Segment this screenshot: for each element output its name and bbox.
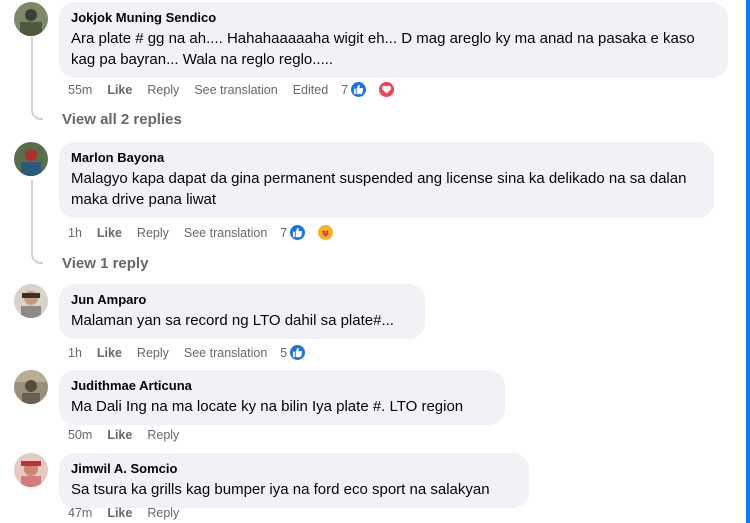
avatar[interactable]	[14, 142, 48, 176]
comment-author[interactable]: Marlon Bayona	[71, 149, 702, 166]
love-icon	[378, 81, 396, 98]
like-icon	[289, 344, 307, 361]
comment-text: Malagyo kapa dapat da gina permanent sus…	[71, 170, 687, 208]
reply-button[interactable]: Reply	[137, 226, 169, 240]
reply-button[interactable]: Reply	[147, 428, 179, 442]
comment-author[interactable]: Judithmae Articuna	[71, 377, 493, 394]
reply-button[interactable]: Reply	[147, 83, 179, 97]
thread-curve	[31, 244, 43, 264]
comment-actions: 50m Like Reply	[68, 428, 194, 442]
comment-actions: 1h Like Reply See translation 7	[68, 224, 349, 241]
like-icon	[289, 224, 307, 241]
comment-bubble: Jokjok Muning Sendico Ara plate # gg na …	[59, 2, 728, 78]
reply-button[interactable]: Reply	[137, 346, 169, 360]
comment-time[interactable]: 1h	[68, 346, 82, 360]
like-button[interactable]: Like	[97, 346, 122, 360]
comment-time[interactable]: 50m	[68, 428, 92, 442]
reply-button[interactable]: Reply	[147, 506, 179, 520]
comment-bubble: Jun Amparo Malaman yan sa record ng LTO …	[59, 284, 425, 339]
comment-time[interactable]: 55m	[68, 83, 92, 97]
comment-text: Ara plate # gg na ah.... Hahahaaaaaha wi…	[71, 30, 695, 68]
reaction-count: 7	[341, 82, 349, 97]
comment-bubble: Judithmae Articuna Ma Dali Ing na ma loc…	[59, 370, 505, 425]
like-button[interactable]: Like	[107, 428, 132, 442]
avatar[interactable]	[14, 2, 48, 36]
see-translation-button[interactable]: See translation	[194, 83, 277, 97]
view-replies-link[interactable]: View 1 reply	[62, 255, 148, 272]
comment-actions: 1h Like Reply See translation 5	[68, 344, 321, 361]
comment-author[interactable]: Jun Amparo	[71, 291, 413, 308]
comment-text: Ma Dali Ing na ma locate ky na bilin Iya…	[71, 398, 464, 415]
reaction-summary[interactable]: 7	[341, 81, 410, 98]
comment-actions: 55m Like Reply See translation Edited 7	[68, 81, 410, 98]
comment-text: Sa tsura ka grills kag bumper iya na for…	[71, 481, 490, 498]
like-button[interactable]: Like	[107, 83, 132, 97]
comment-text: Malaman yan sa record ng LTO dahil sa pl…	[71, 312, 394, 329]
comment-actions: 47m Like Reply	[68, 506, 194, 520]
comment-bubble: Jimwil A. Somcio Sa tsura ka grills kag …	[59, 453, 529, 508]
thread-line	[31, 180, 33, 248]
comment-author[interactable]: Jimwil A. Somcio	[71, 460, 517, 477]
reaction-summary[interactable]: 5	[280, 344, 321, 361]
like-button[interactable]: Like	[107, 506, 132, 520]
edited-label[interactable]: Edited	[293, 83, 328, 97]
avatar[interactable]	[14, 453, 48, 487]
reaction-count: 5	[280, 345, 288, 360]
see-translation-button[interactable]: See translation	[184, 346, 267, 360]
reaction-summary[interactable]: 7	[280, 224, 349, 241]
care-icon	[317, 224, 335, 241]
comment-author[interactable]: Jokjok Muning Sendico	[71, 9, 716, 26]
comment-bubble: Marlon Bayona Malagyo kapa dapat da gina…	[59, 142, 714, 218]
window-edge	[746, 0, 750, 523]
comment-time[interactable]: 1h	[68, 226, 82, 240]
like-button[interactable]: Like	[97, 226, 122, 240]
avatar[interactable]	[14, 370, 48, 404]
reaction-count: 7	[280, 225, 288, 240]
thread-line	[31, 37, 33, 107]
see-translation-button[interactable]: See translation	[184, 226, 267, 240]
thread-curve	[31, 100, 43, 120]
like-icon	[350, 81, 368, 98]
view-replies-link[interactable]: View all 2 replies	[62, 111, 182, 128]
avatar[interactable]	[14, 284, 48, 318]
comment-time[interactable]: 47m	[68, 506, 92, 520]
